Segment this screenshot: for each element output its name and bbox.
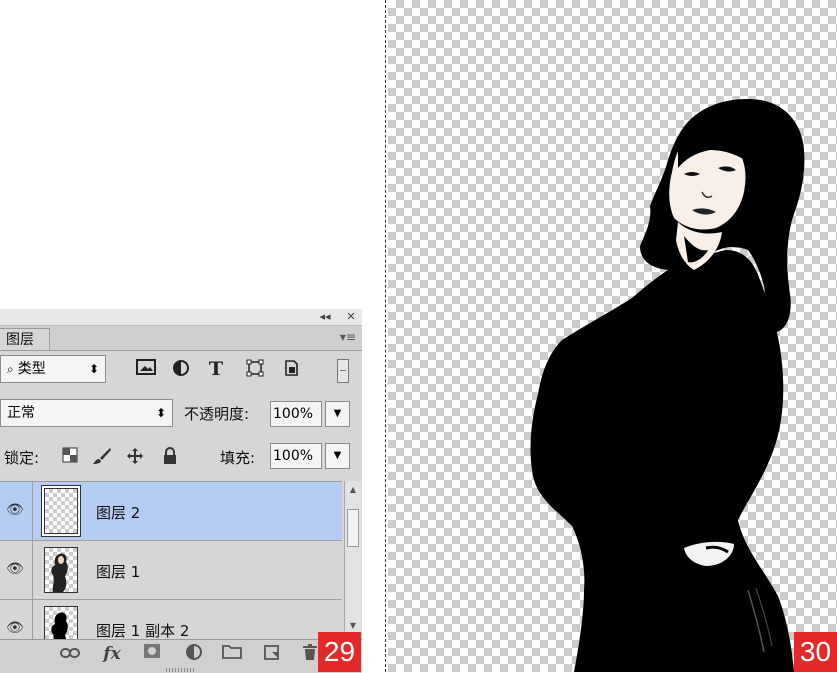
filter-toggle-switch[interactable] bbox=[337, 359, 349, 383]
shape-filter-icon[interactable] bbox=[244, 359, 266, 379]
layer-thumbnail bbox=[44, 488, 78, 534]
opacity-input[interactable]: 100% bbox=[270, 401, 322, 427]
layer-row[interactable]: 👁 图层 1 副本 2 bbox=[0, 600, 342, 640]
chevron-updown-icon: ⬍ bbox=[88, 362, 99, 376]
step-number-badge: 30 bbox=[794, 632, 837, 672]
link-layers-icon[interactable] bbox=[58, 643, 82, 665]
smart-object-filter-icon[interactable] bbox=[280, 359, 302, 379]
lock-position-icon[interactable] bbox=[125, 447, 145, 467]
fill-input[interactable]: 100% bbox=[270, 443, 322, 469]
layer-name: 图层 2 bbox=[96, 504, 141, 522]
layers-panel: ◂◂ ✕ 图层 ▾≡ ⌕ 类型 ⬍ T 正常 ⬍ 不透明度: 100% ▼ 锁定: bbox=[0, 309, 362, 673]
scroll-thumb[interactable] bbox=[347, 509, 359, 547]
layer-thumbnail bbox=[44, 606, 78, 640]
add-mask-icon[interactable] bbox=[140, 643, 164, 665]
layer-row[interactable]: 👁 图层 1 bbox=[0, 541, 342, 600]
scroll-down-icon[interactable]: ▼ bbox=[345, 621, 361, 630]
adjustment-filter-icon[interactable] bbox=[170, 359, 192, 379]
blend-mode-value: 正常 bbox=[7, 405, 35, 421]
new-layer-icon[interactable] bbox=[260, 643, 284, 665]
panel-resize-grip[interactable] bbox=[166, 668, 196, 672]
layer-name: 图层 1 bbox=[96, 563, 141, 581]
fill-label: 填充: bbox=[220, 449, 256, 467]
opacity-dropdown-button[interactable]: ▼ bbox=[325, 401, 350, 427]
blend-mode-select[interactable]: 正常 ⬍ bbox=[0, 399, 173, 427]
image-filter-icon[interactable] bbox=[135, 359, 157, 379]
layer-row[interactable]: 👁 图层 2 bbox=[0, 482, 342, 541]
search-icon: ⌕ bbox=[7, 362, 14, 376]
divider bbox=[32, 482, 33, 540]
lock-label: 锁定: bbox=[4, 449, 40, 467]
woman-silhouette-image bbox=[530, 99, 805, 672]
scroll-up-icon[interactable]: ▲ bbox=[345, 485, 361, 494]
layer-list: 👁 图层 2 👁 图层 1 👁 图层 1 副本 2 bbox=[0, 481, 342, 640]
adjustment-layer-icon[interactable] bbox=[182, 643, 206, 665]
layer-filter-select[interactable]: ⌕ 类型 ⬍ bbox=[0, 355, 106, 383]
panel-menu-icon[interactable]: ▾≡ bbox=[340, 330, 356, 344]
tab-layers[interactable]: 图层 bbox=[0, 328, 50, 350]
panel-bottom-toolbar: fx bbox=[0, 639, 362, 673]
collapse-panel-icon[interactable]: ◂◂ bbox=[318, 310, 332, 324]
lock-image-pixels-icon[interactable] bbox=[92, 447, 112, 467]
close-panel-icon[interactable]: ✕ bbox=[344, 310, 358, 324]
type-filter-icon[interactable]: T bbox=[205, 359, 227, 379]
divider bbox=[32, 541, 33, 599]
eye-icon[interactable]: 👁 bbox=[6, 502, 24, 518]
fill-dropdown-button[interactable]: ▼ bbox=[325, 443, 350, 469]
canvas-edge-divider bbox=[385, 0, 386, 672]
fx-icon[interactable]: fx bbox=[100, 643, 124, 665]
layer-list-scrollbar[interactable]: ▲ ▼ bbox=[344, 481, 361, 639]
divider bbox=[32, 600, 33, 640]
panel-tab-row: 图层 ▾≡ bbox=[0, 326, 362, 351]
lock-all-icon[interactable] bbox=[160, 447, 180, 467]
panel-title-bar: ◂◂ ✕ bbox=[0, 309, 362, 326]
step-number-badge: 29 bbox=[318, 632, 361, 672]
eye-icon[interactable]: 👁 bbox=[6, 561, 24, 577]
layer-thumbnail bbox=[44, 547, 78, 593]
chevron-updown-icon: ⬍ bbox=[155, 406, 166, 420]
opacity-label: 不透明度: bbox=[184, 405, 250, 423]
new-group-icon[interactable] bbox=[220, 643, 244, 665]
lock-transparent-pixels-icon[interactable] bbox=[60, 447, 80, 467]
layer-name: 图层 1 副本 2 bbox=[96, 622, 190, 640]
eye-icon[interactable]: 👁 bbox=[6, 620, 24, 636]
filter-kind-label: 类型 bbox=[17, 361, 46, 377]
